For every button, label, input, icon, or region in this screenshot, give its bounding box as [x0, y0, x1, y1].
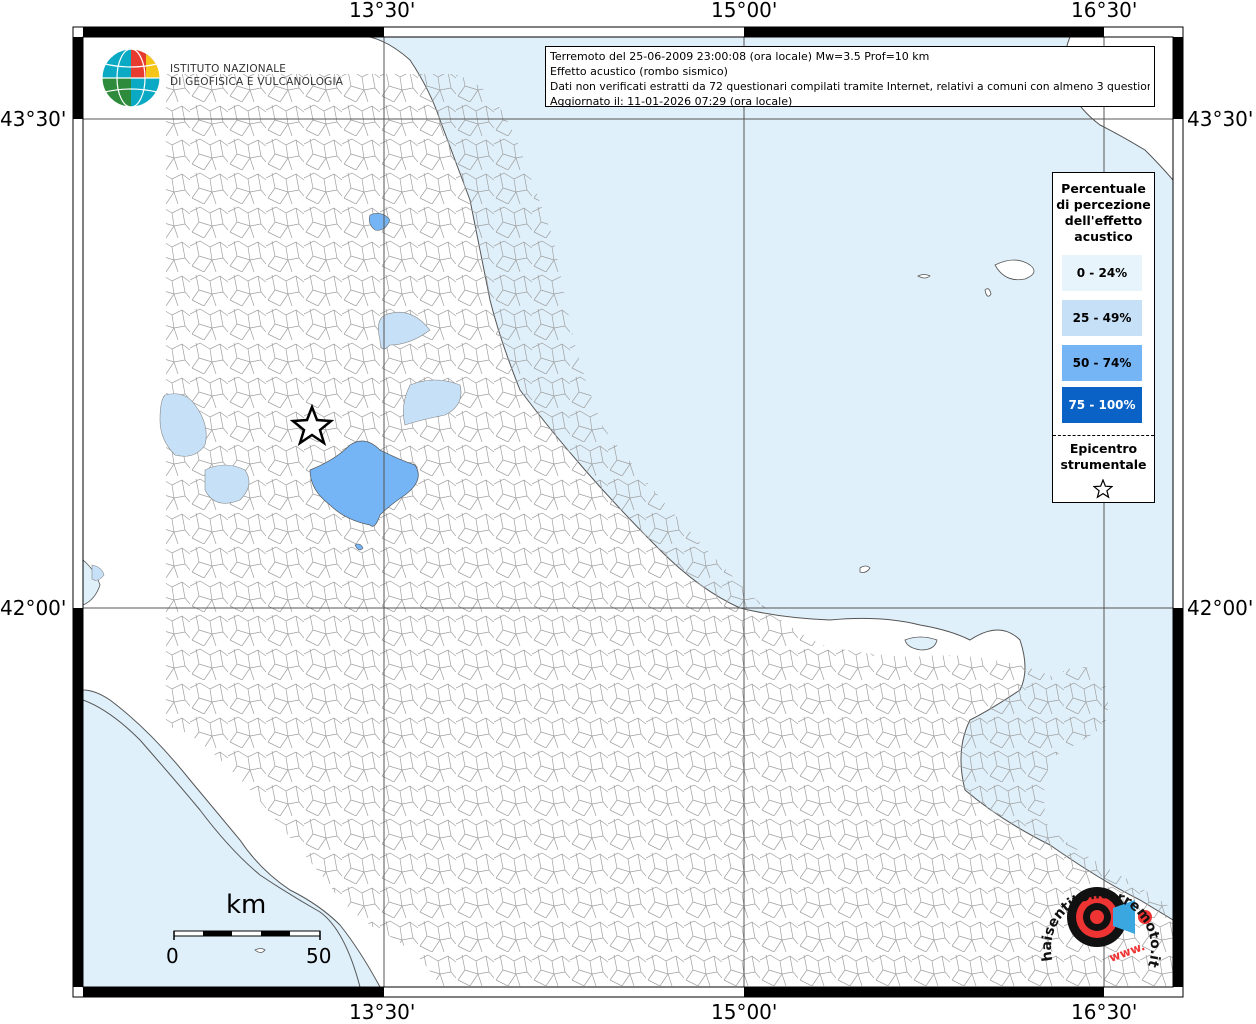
legend-item-75-100: 75 - 100% — [1062, 387, 1142, 423]
event-line-1: Terremoto del 25-06-2009 23:00:08 (ora l… — [550, 50, 930, 63]
legend-title-line-3: dell'effetto — [1064, 213, 1143, 228]
legend-separator — [1053, 435, 1154, 436]
right-label-4200: 42°00' — [1187, 596, 1254, 620]
legend-item-25-49: 25 - 49% — [1062, 300, 1142, 336]
legend-item-50-74: 50 - 74% — [1062, 345, 1142, 381]
legend-item-0-24: 0 - 24% — [1062, 255, 1142, 291]
left-label-4200: 42°00' — [0, 596, 67, 620]
legend-epicenter-line-2: strumentale — [1060, 457, 1147, 472]
scale-unit: km — [226, 890, 267, 920]
scale-end: 50 — [306, 944, 332, 968]
legend-epicenter-label: Epicentro strumentale — [1053, 441, 1154, 473]
top-label-1630: 16°30' — [1071, 0, 1138, 22]
logo-line-2: DI GEOFISICA E VULCANOLOGIA — [170, 76, 344, 88]
bottom-label-1330: 13°30' — [349, 1000, 416, 1024]
legend: Percentuale di percezione dell'effetto a… — [1052, 172, 1155, 503]
bottom-label-1630: 16°30' — [1071, 1000, 1138, 1024]
legend-title-line-2: di percezione — [1056, 197, 1151, 212]
felt-area-25-49-b — [204, 464, 250, 504]
event-line-4: Aggiornato il: 11-01-2026 07:29 (ora loc… — [550, 95, 793, 108]
event-line-3: Dati non verificati estratti da 72 quest… — [550, 80, 1150, 93]
legend-title: Percentuale di percezione dell'effetto a… — [1053, 181, 1154, 245]
legend-epicenter-line-1: Epicentro — [1069, 441, 1138, 456]
right-label-4330: 43°30' — [1187, 107, 1254, 131]
hai-sentito-logo-icon: haisentitoilterremoto.it www. — [1039, 886, 1163, 969]
bottom-label-1500: 15°00' — [711, 1000, 778, 1024]
ingv-logo-icon — [101, 48, 161, 108]
legend-title-line-4: acustico — [1074, 229, 1133, 244]
legend-star-icon — [1093, 479, 1113, 499]
ingv-logo-text: ISTITUTO NAZIONALE DI GEOFISICA E VULCAN… — [170, 63, 343, 89]
legend-title-line-1: Percentuale — [1061, 181, 1146, 196]
event-line-2: Effetto acustico (rombo sismico) — [550, 65, 728, 78]
event-info-box: Terremoto del 25-06-2009 23:00:08 (ora l… — [545, 46, 1155, 108]
left-label-4330: 43°30' — [0, 107, 67, 131]
top-label-1500: 15°00' — [711, 0, 778, 22]
logo-line-1: ISTITUTO NAZIONALE — [170, 63, 287, 75]
top-label-1330: 13°30' — [349, 0, 416, 22]
scale-start: 0 — [166, 944, 179, 968]
brand-prefix: www. — [1107, 939, 1147, 965]
